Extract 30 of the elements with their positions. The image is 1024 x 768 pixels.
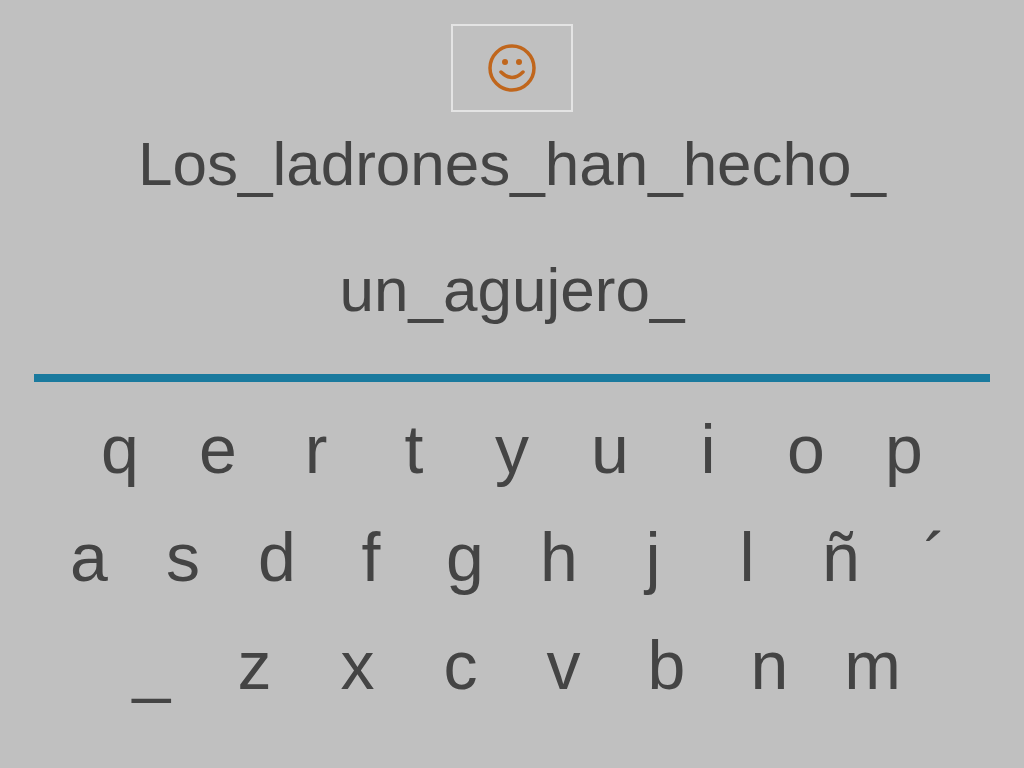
letter-key[interactable]: l bbox=[700, 504, 794, 610]
letter-key[interactable]: a bbox=[42, 504, 136, 610]
letter-key[interactable]: o bbox=[757, 396, 855, 502]
letter-key[interactable]: u bbox=[561, 396, 659, 502]
smiley-icon bbox=[487, 43, 537, 93]
letter-key[interactable]: q bbox=[71, 396, 169, 502]
letter-key[interactable]: c bbox=[409, 612, 512, 718]
letter-key[interactable]: f bbox=[324, 504, 418, 610]
letter-key[interactable]: g bbox=[418, 504, 512, 610]
letter-key[interactable]: ñ bbox=[794, 504, 888, 610]
letter-key[interactable]: _ bbox=[100, 612, 203, 718]
sentence-text: un_agujero_ bbox=[339, 254, 685, 326]
letter-key[interactable]: v bbox=[512, 612, 615, 718]
letter-key[interactable]: j bbox=[606, 504, 700, 610]
letter-key[interactable]: ´ bbox=[888, 504, 982, 610]
letter-key[interactable]: r bbox=[267, 396, 365, 502]
letter-key[interactable]: h bbox=[512, 504, 606, 610]
letter-key[interactable]: y bbox=[463, 396, 561, 502]
letter-key[interactable]: p bbox=[855, 396, 953, 502]
letter-key[interactable]: b bbox=[615, 612, 718, 718]
letter-key[interactable]: d bbox=[230, 504, 324, 610]
sentence-text: Los_ladrones_han_hecho_ bbox=[137, 128, 887, 200]
letter-key[interactable]: i bbox=[659, 396, 757, 502]
letter-key[interactable]: t bbox=[365, 396, 463, 502]
letter-key[interactable]: x bbox=[306, 612, 409, 718]
letter-key[interactable]: m bbox=[821, 612, 924, 718]
letter-key[interactable]: e bbox=[169, 396, 267, 502]
letter-key[interactable]: n bbox=[718, 612, 821, 718]
letter-key[interactable]: z bbox=[203, 612, 306, 718]
letter-key[interactable]: s bbox=[136, 504, 230, 610]
